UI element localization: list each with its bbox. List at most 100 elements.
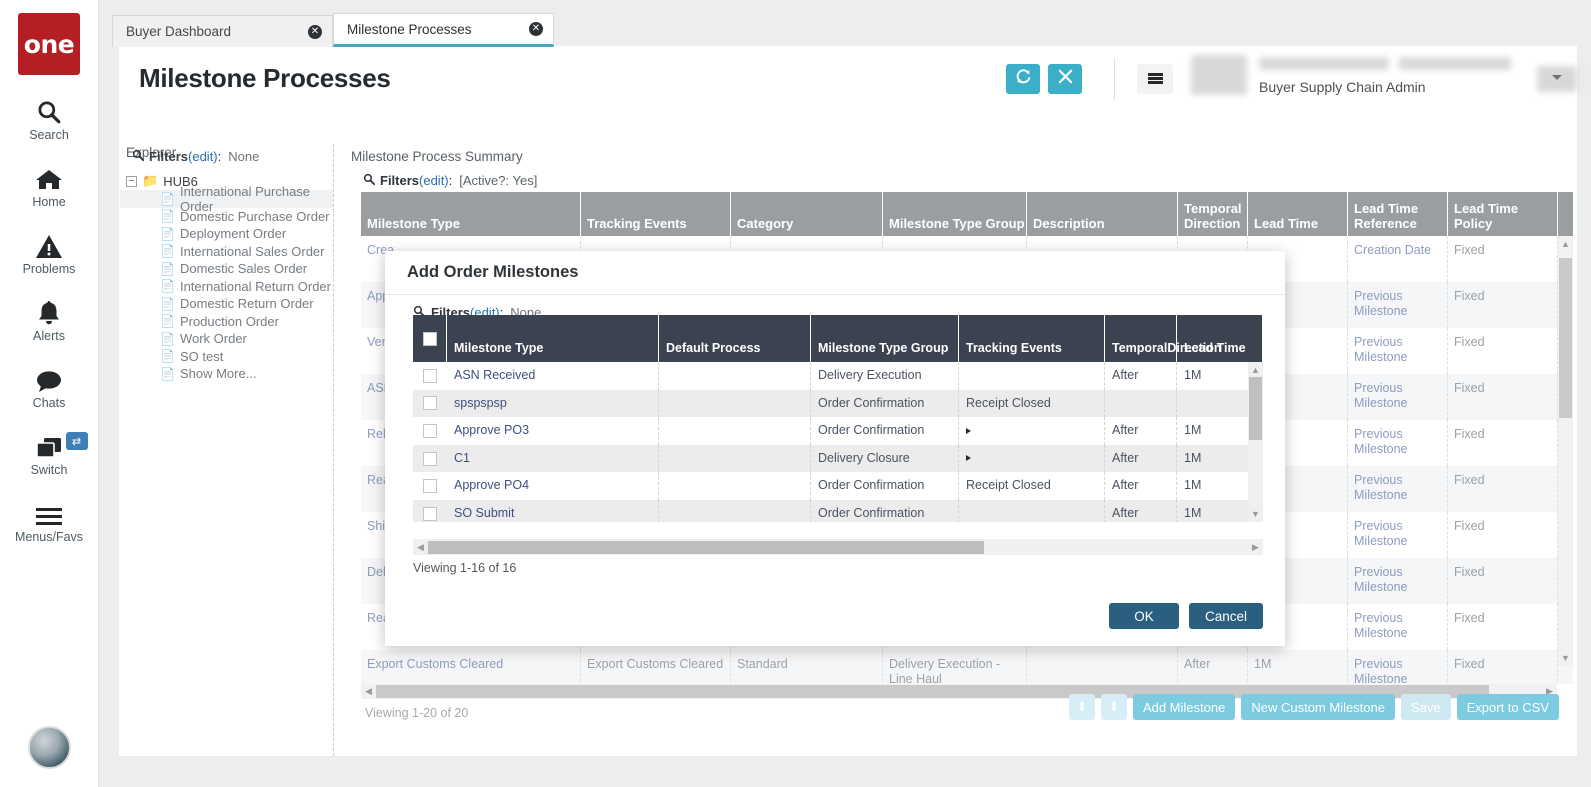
sidebar-item-home[interactable]: Home [0,162,99,209]
close-icon[interactable]: ✕ [529,22,543,36]
header-menu-button[interactable] [1137,64,1173,94]
scroll-up-arrow-icon[interactable]: ▲ [1248,362,1263,378]
move-up-button[interactable]: ⬆ [1069,694,1095,720]
dialog-table-cell: After [1105,362,1177,390]
dialog-table-row[interactable]: Approve PO3Order ConfirmationAfter1M [413,417,1248,445]
dialog-column-header[interactable]: Milestone Type Group [811,315,959,362]
row-checkbox[interactable] [423,479,437,493]
dialog-table-row[interactable]: ASN ReceivedDelivery ExecutionAfter1M [413,362,1248,390]
row-checkbox[interactable] [423,507,437,521]
sidebar-item-problems[interactable]: Problems [0,229,99,276]
table-column-header[interactable]: Lead Time Policy [1448,192,1558,236]
milestone-type-link[interactable]: Approve PO3 [447,417,659,445]
dialog-table-cell: Order Confirmation [811,500,959,522]
scroll-down-arrow-icon[interactable]: ▼ [1558,650,1573,666]
explorer-tree-item[interactable]: 📄International Purchase Order [120,190,333,208]
table-column-header[interactable]: TemporalDirection [1178,192,1248,236]
user-menu-button[interactable] [1537,66,1577,92]
select-all-checkbox[interactable] [423,332,437,346]
dialog-horizontal-scroll-thumb[interactable] [428,541,984,554]
table-cell: Previous Milestone [1348,558,1448,604]
milestone-type-link[interactable]: ASN Received [447,362,659,390]
sidebar-item-menus-favs[interactable]: Menus/Favs [0,497,99,544]
row-checkbox[interactable] [423,424,437,438]
summary-filters[interactable]: Filters (edit) : [Active?: Yes] [347,168,1573,195]
tab-buyer-dashboard[interactable]: Buyer Dashboard ✕ [112,15,333,47]
explorer-filters-edit-link[interactable]: (edit) [188,149,218,164]
vertical-scroll-thumb[interactable] [1559,258,1572,418]
move-down-button[interactable]: ⬇ [1101,694,1127,720]
vertical-scrollbar[interactable]: ▲ ▼ [1558,236,1573,666]
dialog-horizontal-scrollbar[interactable]: ◀ ▶ [413,539,1263,555]
explorer-tree-item[interactable]: 📄Domestic Purchase Order [120,208,333,226]
avatar[interactable] [28,726,71,769]
sidebar-item-alerts[interactable]: Alerts [0,296,99,343]
table-column-header[interactable]: Milestone Type [361,192,581,236]
explorer-tree-item[interactable]: 📄International Sales Order [120,243,333,261]
row-select-cell[interactable] [413,362,447,390]
dialog-column-header[interactable]: Lead Time [1177,315,1263,362]
scroll-left-arrow-icon[interactable]: ◀ [413,542,428,553]
dialog-table-row[interactable]: spspspspOrder ConfirmationReceipt Closed [413,390,1248,418]
close-icon[interactable]: ✕ [308,25,322,39]
expand-arrow-icon[interactable] [966,455,971,461]
table-column-header[interactable]: Description [1027,192,1178,236]
expand-arrow-icon[interactable] [966,428,971,434]
row-checkbox[interactable] [423,396,437,410]
explorer-tree-item[interactable]: 📄International Return Order [120,278,333,296]
sidebar-item-chats[interactable]: Chats [0,363,99,410]
export-to-csv-button[interactable]: Export to CSV [1457,694,1559,720]
milestone-type-link[interactable]: SO Submit [447,500,659,522]
dialog-column-header[interactable]: Milestone Type [447,315,659,362]
dialog-vertical-scroll-thumb[interactable] [1249,377,1262,440]
explorer-tree-item[interactable]: 📄Domestic Return Order [120,295,333,313]
close-button[interactable] [1048,64,1082,94]
row-checkbox[interactable] [423,452,437,466]
milestone-type-link[interactable]: Approve PO4 [447,472,659,500]
dialog-column-header[interactable]: Tracking Events [959,315,1105,362]
scroll-up-arrow-icon[interactable]: ▲ [1558,236,1573,252]
dialog-column-header[interactable]: Default Process [659,315,811,362]
dialog-column-header[interactable]: TemporalDirection [1105,315,1177,362]
ok-button[interactable]: OK [1109,603,1179,629]
explorer-tree-item[interactable]: 📄SO test [120,348,333,366]
table-column-header[interactable]: Lead Time [1248,192,1348,236]
explorer-filters[interactable]: Filters (edit) : None [120,144,333,172]
summary-filters-edit-link[interactable]: (edit) [419,173,449,188]
sidebar-item-switch[interactable]: ⇄ Switch [0,430,99,477]
row-checkbox[interactable] [423,369,437,383]
new-custom-milestone-button[interactable]: New Custom Milestone [1241,694,1395,720]
dialog-table-row[interactable]: Approve PO4Order ConfirmationReceipt Clo… [413,472,1248,500]
add-milestone-button[interactable]: Add Milestone [1133,694,1235,720]
row-select-cell[interactable] [413,500,447,522]
switch-badge-icon[interactable]: ⇄ [66,432,88,450]
dialog-vertical-scrollbar[interactable]: ▲ ▼ [1248,362,1263,522]
dialog-table-row[interactable]: SO SubmitOrder ConfirmationAfter1M [413,500,1248,522]
save-button[interactable]: Save [1401,694,1451,720]
row-select-cell[interactable] [413,445,447,473]
table-column-header[interactable]: Tracking Events [581,192,731,236]
tab-milestone-processes[interactable]: Milestone Processes ✕ [333,13,554,47]
cancel-button[interactable]: Cancel [1189,603,1263,629]
refresh-button[interactable] [1006,64,1040,94]
sidebar-item-search[interactable]: Search [0,95,99,142]
table-column-header[interactable]: Lead TimeReference [1348,192,1448,236]
row-select-cell[interactable] [413,472,447,500]
collapse-toggle-icon[interactable]: − [126,176,137,187]
scroll-right-arrow-icon[interactable]: ▶ [1248,542,1263,553]
dialog-table-row[interactable]: C1Delivery ClosureAfter1M [413,445,1248,473]
row-select-cell[interactable] [413,390,447,418]
explorer-tree-item[interactable]: 📄Production Order [120,313,333,331]
explorer-tree-item[interactable]: 📄Deployment Order [120,225,333,243]
explorer-tree-item[interactable]: 📄Domestic Sales Order [120,260,333,278]
milestone-type-link[interactable]: spspspsp [447,390,659,418]
row-select-cell[interactable] [413,417,447,445]
explorer-tree-item[interactable]: 📄Show More... [120,365,333,383]
select-all-header[interactable] [413,315,447,362]
add-order-milestones-dialog: Add Order Milestones Filters (edit) : No… [385,251,1285,646]
explorer-tree-item[interactable]: 📄Work Order [120,330,333,348]
scroll-down-arrow-icon[interactable]: ▼ [1248,506,1263,522]
table-column-header[interactable]: Milestone Type Group [883,192,1027,236]
milestone-type-link[interactable]: C1 [447,445,659,473]
table-column-header[interactable]: Category [731,192,883,236]
